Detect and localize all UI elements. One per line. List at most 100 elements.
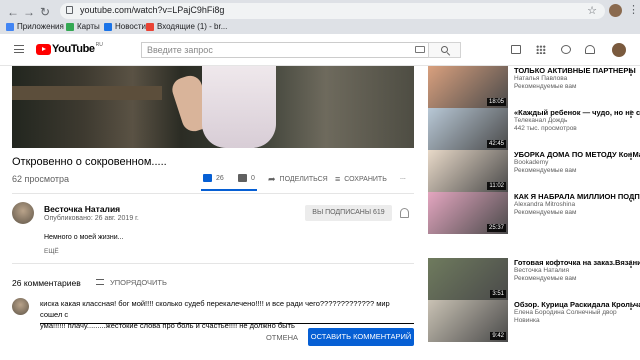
share-label: ПОДЕЛИТЬСЯ — [279, 176, 328, 183]
video-meta: Рекомендуемые вам — [514, 167, 577, 174]
video-title-link[interactable]: Готовая кофточка на заказ.Вязание спицам… — [514, 258, 640, 267]
channel-name: Bookademy — [514, 159, 549, 166]
video-title-link[interactable]: КАК Я НАБРАЛА МИЛЛИОН ПОДПИСЧИКОВ ЗА ДВА… — [514, 192, 640, 201]
more-options-icon[interactable] — [630, 302, 632, 310]
subscribed-button[interactable]: ВЫ ПОДПИСАНЫ 619 — [305, 205, 392, 221]
channel-name[interactable]: Весточка Наталия — [44, 204, 120, 214]
commenter-avatar — [12, 298, 29, 315]
search-input[interactable]: Введите запрос — [141, 42, 428, 58]
logo-text: YouTube — [52, 43, 95, 55]
video-duration: 9:42 — [490, 332, 506, 340]
comments-count: 26 комментариев — [12, 278, 81, 288]
recommended-video[interactable]: 42:45 «Каждый ребенок — чудо, но не свято… — [428, 108, 640, 150]
search-icon — [441, 46, 448, 53]
maps-icon — [66, 22, 74, 31]
video-duration: 3:51 — [490, 290, 506, 298]
more-options-icon[interactable] — [630, 152, 632, 160]
video-thumbnail[interactable]: 11:02 — [428, 150, 508, 192]
keyboard-icon[interactable] — [415, 46, 425, 53]
subscribed-label: ВЫ ПОДПИСАНЫ — [312, 209, 372, 216]
comment-input[interactable]: киска какая классная! бог мой!!!! скольк… — [40, 298, 412, 331]
more-options-icon[interactable] — [630, 260, 632, 268]
video-title-link[interactable]: ТОЛЬКО АКТИВНЫЕ ПАРТНЕРЫ — [514, 66, 640, 75]
video-meta: Рекомендуемые вам — [514, 209, 577, 216]
url-text: youtube.com/watch?v=LPajC9hFi8g — [80, 5, 225, 15]
thumbs-down-icon — [238, 174, 247, 182]
video-info: Обзор. Курица Раскидала Крольчат. Бройле… — [514, 300, 640, 325]
create-video-icon[interactable] — [511, 45, 521, 54]
video-meta: Рекомендуемые вам — [514, 83, 577, 90]
video-thumbnail[interactable]: 9:42 — [428, 300, 508, 342]
like-button[interactable]: 26 — [203, 174, 224, 182]
more-options-icon[interactable] — [630, 68, 632, 76]
recommended-video[interactable]: 9:42 Обзор. Курица Раскидала Крольчат. Бр… — [428, 300, 640, 342]
bookmark-inbox[interactable]: Входящие (1) - br... — [146, 22, 227, 31]
notification-bell-icon[interactable] — [400, 208, 409, 218]
back-icon[interactable]: ← — [6, 5, 20, 19]
share-button[interactable]: ➦ ПОДЕЛИТЬСЯ — [268, 174, 328, 185]
channel-name: Alexandra Mitroshina — [514, 201, 576, 208]
submit-comment-button[interactable]: ОСТАВИТЬ КОММЕНТАРИЙ — [308, 328, 414, 346]
divider — [12, 263, 414, 264]
gmail-icon — [146, 22, 154, 31]
video-meta: Рекомендуемые вам — [514, 275, 577, 282]
apps-icon[interactable] — [536, 45, 546, 54]
bookmark-news[interactable]: Новости — [104, 22, 146, 31]
recommended-video[interactable]: 18:05 ТОЛЬКО АКТИВНЫЕ ПАРТНЕРЫ Наталья Пав… — [428, 66, 640, 108]
video-title-link[interactable]: «Каждый ребенок — чудо, но не святой». Ю… — [514, 108, 640, 117]
more-options-icon[interactable] — [630, 194, 632, 202]
video-frame-bench — [12, 86, 162, 100]
bookmark-maps[interactable]: Карты — [66, 22, 100, 31]
thumbs-up-icon — [203, 174, 212, 182]
channel-avatar[interactable] — [12, 202, 34, 224]
play-logo-icon — [36, 43, 51, 55]
browser-menu-icon[interactable]: ⋮ — [628, 3, 639, 16]
menu-icon[interactable] — [14, 45, 24, 53]
account-avatar[interactable] — [612, 43, 626, 57]
save-label: СОХРАНИТЬ — [344, 175, 387, 183]
more-actions-button[interactable]: ... — [400, 174, 406, 181]
news-icon — [104, 22, 112, 31]
messages-icon[interactable] — [561, 45, 571, 54]
video-meta: 442 тыс. просмотров — [514, 125, 577, 132]
recommended-video[interactable]: 11:02 УБОРКА ДОМА ПО МЕТОДУ КонМари: МОЙ … — [428, 150, 640, 192]
video-info: УБОРКА ДОМА ПО МЕТОДУ КонМари: МОЙ ОПЫТB… — [514, 150, 640, 175]
more-options-icon[interactable] — [630, 110, 632, 118]
video-thumbnail[interactable]: 42:45 — [428, 108, 508, 150]
video-thumbnail[interactable]: 3:51 — [428, 258, 508, 300]
bookmarks-bar: Приложения Карты Новости Входящие (1) - … — [0, 20, 640, 34]
reload-icon[interactable]: ↻ — [38, 5, 52, 19]
lock-icon — [66, 6, 73, 14]
dislike-button[interactable]: 0 — [238, 174, 255, 182]
youtube-logo[interactable]: YouTube RU — [36, 42, 103, 55]
video-title-link[interactable]: УБОРКА ДОМА ПО МЕТОДУ КонМари: МОЙ ОПЫТ — [514, 150, 640, 159]
channel-name: Елена Бородина Солнечный двор — [514, 309, 617, 316]
recommended-video[interactable]: 25:37 КАК Я НАБРАЛА МИЛЛИОН ПОДПИСЧИКОВ З… — [428, 192, 640, 234]
video-info: «Каждый ребенок — чудо, но не святой». Ю… — [514, 108, 640, 133]
video-title-link[interactable]: Обзор. Курица Раскидала Крольчат. Бройле… — [514, 300, 640, 309]
search-button[interactable] — [428, 42, 461, 58]
save-button[interactable]: ≡ СОХРАНИТЬ — [335, 174, 387, 184]
channel-name: Наталья Павлова — [514, 75, 568, 82]
video-title: Откровенно о сокровенном..... — [12, 156, 167, 168]
bookmark-star-icon[interactable]: ☆ — [587, 4, 597, 17]
address-bar[interactable]: youtube.com/watch?v=LPajC9hFi8g ☆ — [60, 3, 605, 19]
subscriber-count: 619 — [373, 209, 385, 216]
browser-toolbar: ← → ↻ youtube.com/watch?v=LPajC9hFi8g ☆ … — [0, 0, 640, 34]
sort-comments-button[interactable]: УПОРЯДОЧИТЬ — [110, 278, 167, 287]
video-thumbnail[interactable]: 18:05 — [428, 66, 508, 108]
video-meta: Новинка — [514, 317, 540, 324]
video-thumbnail[interactable]: 25:37 — [428, 192, 508, 234]
like-ratio-fill — [201, 189, 257, 191]
video-player[interactable] — [12, 66, 414, 148]
cancel-button[interactable]: ОТМЕНА — [262, 330, 302, 346]
notifications-icon[interactable] — [585, 45, 595, 54]
recommended-video[interactable]: 3:51 Готовая кофточка на заказ.Вязание сп… — [428, 258, 640, 300]
bookmark-apps[interactable]: Приложения — [6, 22, 64, 31]
forward-icon[interactable]: → — [22, 5, 36, 19]
sort-icon[interactable] — [96, 279, 104, 285]
profile-avatar[interactable] — [609, 4, 622, 17]
bookmark-label: Приложения — [17, 22, 64, 31]
video-info: ТОЛЬКО АКТИВНЫЕ ПАРТНЕРЫ Наталья Павлова Р… — [514, 66, 640, 91]
show-more-link[interactable]: ЕЩЁ — [44, 248, 59, 255]
